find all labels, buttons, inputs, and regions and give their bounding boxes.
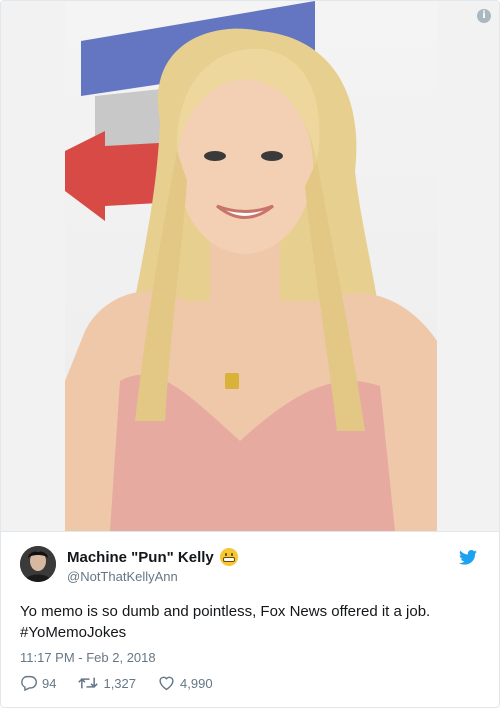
user-handle[interactable]: @NotThatKellyAnn	[67, 569, 178, 584]
tweet-media[interactable]: ti	[1, 1, 499, 531]
hashtag-link[interactable]: #YoMemoJokes	[20, 622, 490, 643]
tweet-text-line: Yo memo is so dumb and pointless, Fox Ne…	[20, 603, 431, 620]
photo-illustration: ti	[65, 1, 437, 531]
reply-button[interactable]: 94	[20, 675, 56, 691]
author-name-line[interactable]: Machine "Pun" Kelly	[67, 548, 238, 566]
display-name[interactable]: Machine "Pun" Kelly	[67, 549, 214, 566]
twitter-bird-icon[interactable]	[459, 550, 477, 565]
grimacing-face-icon	[219, 548, 238, 566]
tweet-photo[interactable]: ti	[65, 1, 437, 531]
retweet-button[interactable]: 1,327	[78, 675, 136, 691]
tweet-body: Machine "Pun" Kelly @NotThatKellyAnn Yo …	[1, 532, 499, 707]
like-count: 4,990	[180, 675, 213, 691]
reply-count: 94	[42, 675, 57, 691]
like-button[interactable]: 4,990	[158, 675, 213, 691]
retweet-icon	[78, 677, 99, 689]
tweet-text: Yo memo is so dumb and pointless, Fox Ne…	[20, 601, 490, 643]
tweet-timestamp[interactable]: 11:17 PM - Feb 2, 2018	[20, 650, 156, 665]
avatar[interactable]	[20, 546, 56, 582]
like-icon	[159, 676, 174, 691]
avatar-image	[20, 546, 56, 582]
info-icon[interactable]: i	[477, 9, 491, 23]
retweet-count: 1,327	[103, 675, 137, 691]
tweet-card: ti	[0, 0, 500, 708]
tweet-actions: 94 1,327 4,990	[20, 675, 235, 691]
reply-icon	[21, 675, 37, 691]
